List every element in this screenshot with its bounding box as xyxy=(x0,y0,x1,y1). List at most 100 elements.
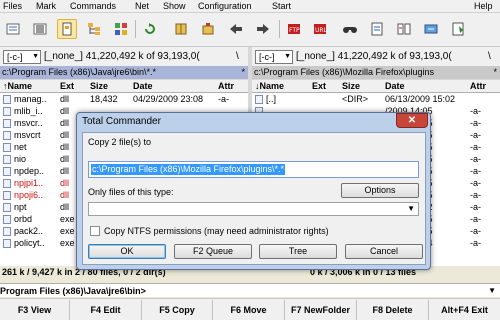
file-icon xyxy=(3,239,11,248)
file-name: npdep.. xyxy=(14,166,45,176)
tree-button[interactable]: Tree xyxy=(259,244,337,259)
col-ext[interactable]: Ext xyxy=(312,81,326,91)
ok-button[interactable]: OK xyxy=(88,244,166,259)
file-ext: dll xyxy=(60,130,70,140)
close-icon[interactable]: ✕ xyxy=(396,113,428,128)
file-icon xyxy=(3,95,11,104)
file-attr: -a- xyxy=(470,118,481,128)
menu-mark[interactable]: Mark xyxy=(36,1,56,11)
file-ext: dll xyxy=(60,178,70,188)
menu-net[interactable]: Net xyxy=(135,1,149,11)
sync-icon[interactable] xyxy=(421,19,441,39)
file-ext: dll xyxy=(60,166,70,176)
target-path-text: c:\Program Files (x86)\Mozilla Firefox\p… xyxy=(91,164,286,175)
toolbar-separator xyxy=(279,20,280,38)
alt-f4-exit-button[interactable]: Alt+F4 Exit xyxy=(429,300,500,320)
notepad-icon[interactable] xyxy=(448,19,468,39)
menu-commands[interactable]: Commands xyxy=(70,1,116,11)
col-name[interactable]: ↑Name xyxy=(3,81,32,91)
left-drive-selector[interactable]: [-c-] ▼ xyxy=(3,50,41,64)
file-name: net xyxy=(14,142,27,152)
tree-icon[interactable] xyxy=(84,19,104,39)
f4-edit-button[interactable]: F4 Edit xyxy=(70,300,142,320)
file-date: 06/13/2009 15:02 xyxy=(385,94,456,104)
right-drivebar: [-c-] ▼ [_none_] 41,220,492 k of 93,193,0… xyxy=(252,47,500,66)
left-root-button[interactable]: \ xyxy=(236,51,239,62)
file-name: [..] xyxy=(266,94,277,104)
f3-view-button[interactable]: F3 View xyxy=(0,300,70,320)
chevron-down-icon: ▼ xyxy=(407,204,415,213)
file-row[interactable]: manag.. dll 18,432 04/29/2009 23:08 -a- xyxy=(0,94,248,105)
col-date[interactable]: Date xyxy=(385,81,405,91)
col-size[interactable]: Size xyxy=(90,81,108,91)
rename-icon[interactable] xyxy=(367,19,387,39)
col-date[interactable]: Date xyxy=(133,81,153,91)
f7-newfolder-button[interactable]: F7 NewFolder xyxy=(285,300,357,320)
file-name: msvcr.. xyxy=(14,118,43,128)
target-path-input[interactable]: c:\Program Files (x86)\Mozilla Firefox\p… xyxy=(88,161,419,178)
menu-files[interactable]: Files xyxy=(3,1,22,11)
url-icon[interactable]: URL xyxy=(310,19,330,39)
function-key-bar: F3 View F4 Edit F5 Copy F6 Move F7 NewFo… xyxy=(0,298,500,320)
file-attr: -a- xyxy=(470,226,481,236)
right-path[interactable]: c:\Program Files (x86)\Mozilla Firefox\p… xyxy=(252,66,500,79)
back-icon[interactable] xyxy=(226,19,246,39)
pack-icon[interactable] xyxy=(171,19,191,39)
file-attr: -a- xyxy=(470,106,481,116)
file-name: mlib_i.. xyxy=(14,106,43,116)
col-size[interactable]: Size xyxy=(342,81,360,91)
right-root-button[interactable]: \ xyxy=(488,51,491,62)
left-path[interactable]: c:\Program Files (x86)\Java\jre6\bin\*.*… xyxy=(0,66,248,79)
file-icon xyxy=(3,143,11,152)
menu-show[interactable]: Show xyxy=(163,1,186,11)
file-icon xyxy=(3,107,11,116)
forward-icon[interactable] xyxy=(253,19,273,39)
menu-start[interactable]: Start xyxy=(272,1,291,11)
left-path-tail: * xyxy=(241,67,245,77)
left-drivebar: [-c-] ▼ [_none_] 41,220,492 k of 93,193,0… xyxy=(0,47,248,66)
file-type-filter-combo[interactable]: ▼ xyxy=(88,202,419,216)
ntfs-permissions-checkbox[interactable] xyxy=(90,226,100,236)
file-icon xyxy=(255,95,263,104)
refresh-icon[interactable] xyxy=(140,19,160,39)
command-line[interactable]: Program Files (x86)\Java\jre6\bin> ▼ xyxy=(0,283,500,297)
menu-configuration[interactable]: Configuration xyxy=(198,1,252,11)
col-name[interactable]: ↓Name xyxy=(255,81,284,91)
full-view-icon[interactable] xyxy=(30,19,50,39)
f6-move-button[interactable]: F6 Move xyxy=(213,300,285,320)
copy-names-icon[interactable] xyxy=(57,19,77,39)
file-attr: -a- xyxy=(218,94,229,104)
file-ext: dll xyxy=(60,154,70,164)
thumbnails-icon[interactable] xyxy=(111,19,131,39)
toolbar-separator xyxy=(135,20,136,38)
options-button[interactable]: Options xyxy=(341,183,419,198)
brief-view-icon[interactable] xyxy=(3,19,23,39)
file-ext: exe xyxy=(60,226,75,236)
f2-queue-button[interactable]: F2 Queue xyxy=(174,244,252,259)
right-drive-label: [-c-] xyxy=(259,52,275,62)
menu-help[interactable]: Help xyxy=(474,1,493,11)
left-column-header: ↑Name Ext Size Date Attr xyxy=(0,79,248,93)
file-icon xyxy=(3,167,11,176)
f5-copy-button[interactable]: F5 Copy xyxy=(142,300,213,320)
filter-label: Only files of this type: xyxy=(88,187,174,197)
left-drive-label: [-c-] xyxy=(7,52,23,62)
compare-icon[interactable] xyxy=(394,19,414,39)
file-attr: -a- xyxy=(470,202,481,212)
copy-label: Copy 2 file(s) to xyxy=(88,137,152,147)
f8-delete-button[interactable]: F8 Delete xyxy=(357,300,429,320)
ftp-icon[interactable]: FTP xyxy=(284,19,304,39)
find-icon[interactable] xyxy=(340,19,360,39)
col-ext[interactable]: Ext xyxy=(60,81,74,91)
col-attr[interactable]: Attr xyxy=(470,81,486,91)
file-icon xyxy=(3,155,11,164)
file-icon xyxy=(3,191,11,200)
cancel-button[interactable]: Cancel xyxy=(345,244,423,259)
col-attr[interactable]: Attr xyxy=(218,81,234,91)
right-drive-selector[interactable]: [-c-] ▼ xyxy=(255,50,293,64)
file-name: policyt.. xyxy=(14,238,45,248)
file-row[interactable]: [..] <DIR> 06/13/2009 15:02 xyxy=(252,94,500,105)
file-name: msvcrt xyxy=(14,130,41,140)
unpack-icon[interactable] xyxy=(198,19,218,39)
svg-text:URL: URL xyxy=(315,27,327,34)
